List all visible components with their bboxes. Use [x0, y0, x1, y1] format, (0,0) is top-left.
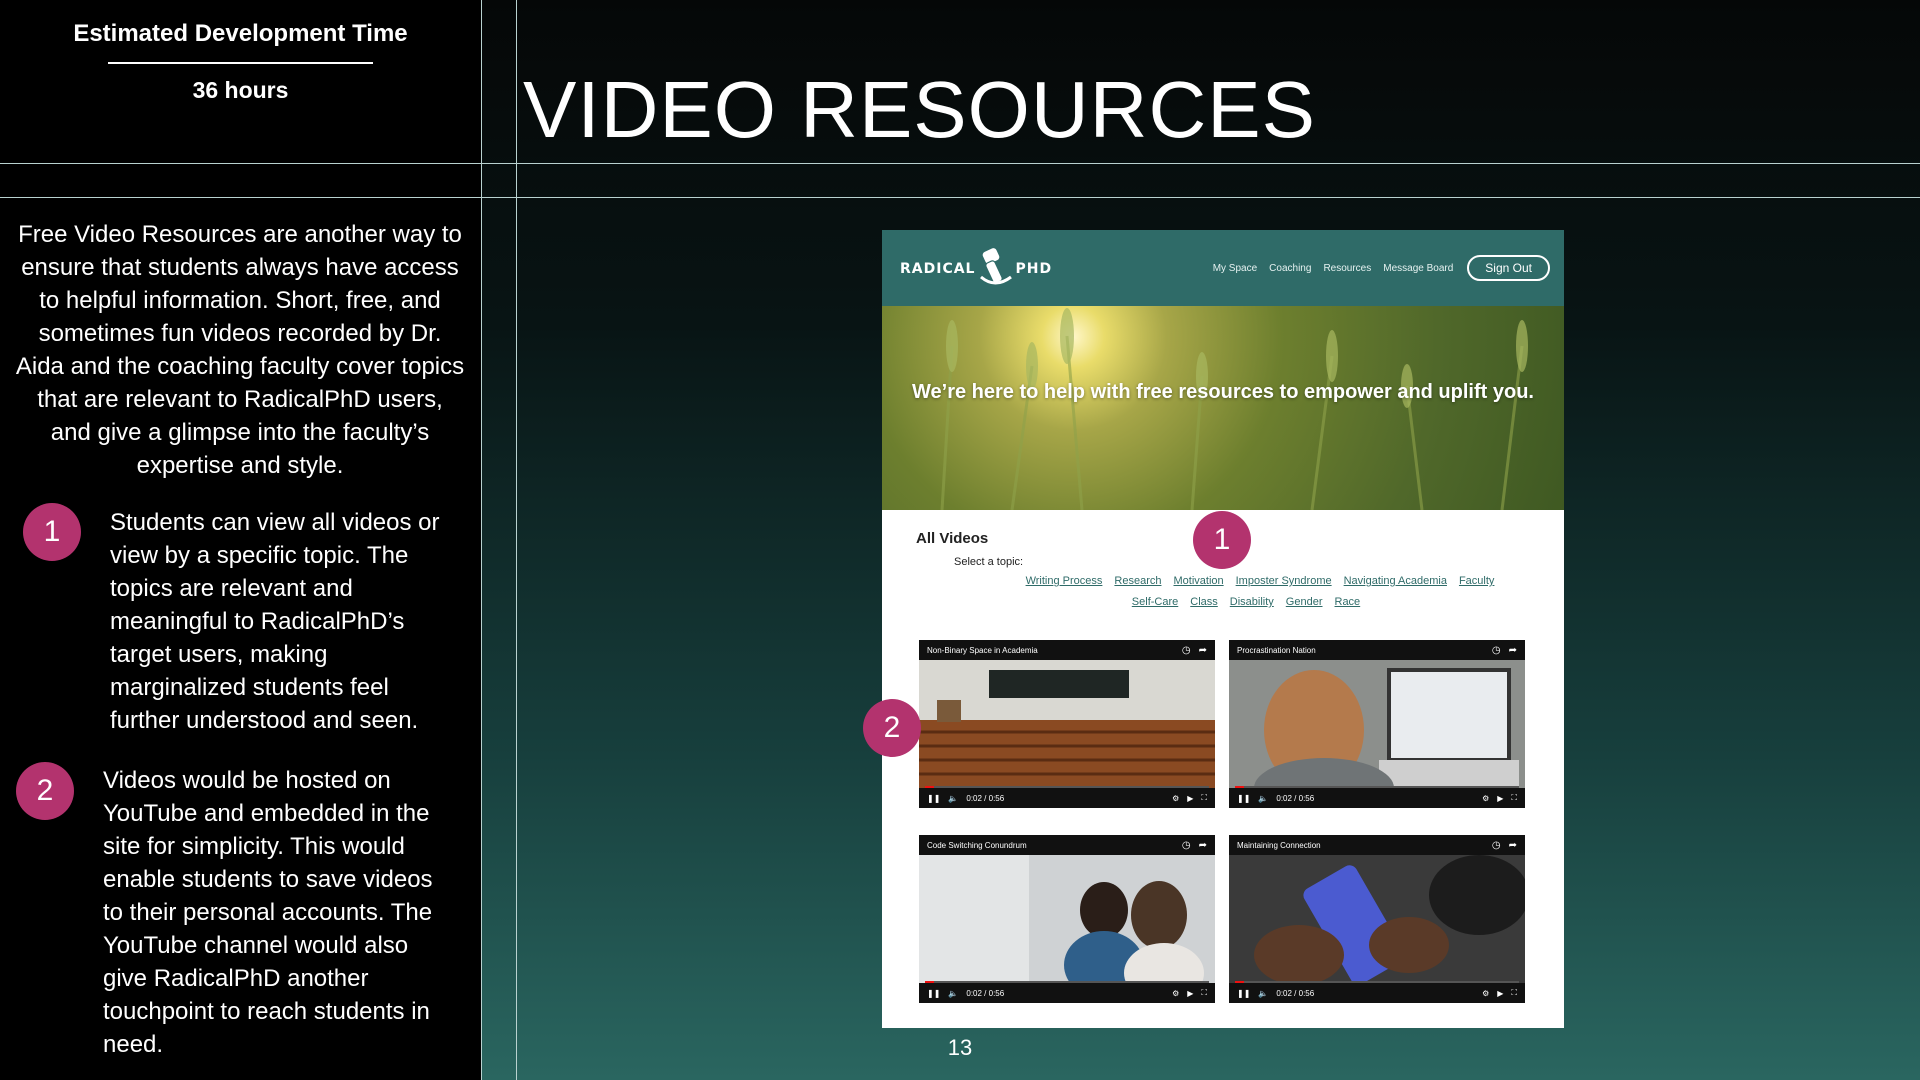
volume-icon[interactable]: 🔈 [948, 989, 958, 998]
select-topic-label: Select a topic: [954, 556, 1024, 568]
clock-icon[interactable]: ◷ [1492, 840, 1501, 851]
point-1-text: Students can view all videos or view by … [110, 509, 440, 734]
fullscreen-icon[interactable]: ⛶ [1201, 793, 1207, 803]
settings-icon[interactable]: ⚙ [1482, 794, 1489, 803]
clock-icon[interactable]: ◷ [1182, 840, 1191, 851]
topic-research[interactable]: Research [1114, 575, 1161, 587]
volume-icon[interactable]: 🔈 [1258, 989, 1268, 998]
page-number: 13 [947, 1035, 973, 1060]
nav-message-board[interactable]: Message Board [1383, 263, 1453, 274]
topic-self-care[interactable]: Self-Care [1132, 596, 1178, 608]
point-2-text: Videos would be hosted on YouTube and em… [103, 767, 433, 1058]
point-2-badge: 2 [16, 762, 74, 820]
settings-icon[interactable]: ⚙ [1482, 989, 1489, 998]
site-logo[interactable]: RADICAL PHD [900, 247, 1052, 291]
video-title: Maintaining Connection [1237, 840, 1321, 850]
settings-icon[interactable]: ⚙ [1172, 989, 1179, 998]
hero-headline: We’re here to help with free resources t… [912, 381, 1534, 403]
volume-icon[interactable]: 🔈 [948, 794, 958, 803]
topic-writing-process[interactable]: Writing Process [1026, 575, 1103, 587]
share-icon[interactable]: ➦ [1199, 840, 1207, 851]
nav-resources[interactable]: Resources [1323, 263, 1371, 274]
fullscreen-icon[interactable]: ⛶ [1511, 793, 1517, 803]
youtube-logo-icon[interactable]: ▶ [1497, 794, 1503, 803]
youtube-logo-icon[interactable]: ▶ [1497, 989, 1503, 998]
slide-title: VIDEO RESOURCES [523, 65, 1316, 154]
divider-horizontal-1 [0, 163, 1920, 164]
topic-disability[interactable]: Disability [1230, 596, 1274, 608]
topic-race[interactable]: Race [1335, 596, 1361, 608]
divider-horizontal-2 [0, 197, 1920, 198]
sign-out-button[interactable]: Sign Out [1467, 255, 1550, 281]
clock-icon[interactable]: ◷ [1492, 645, 1501, 656]
video-player[interactable]: Maintaining Connection ◷ ➦ ❚❚ 🔈 0:02 / 0:… [1229, 835, 1525, 1003]
video-controls: ❚❚ 🔈 0:02 / 0:56 ⚙ ▶ ⛶ [919, 788, 1215, 808]
pause-icon[interactable]: ❚❚ [1237, 989, 1250, 998]
video-time: 0:02 / 0:56 [1276, 793, 1315, 803]
video-topbar: Procrastination Nation ◷ ➦ [1229, 640, 1525, 660]
topic-navigating-academia[interactable]: Navigating Academia [1344, 575, 1447, 587]
clock-icon[interactable]: ◷ [1182, 645, 1191, 656]
video-player[interactable]: Code Switching Conundrum ◷ ➦ ❚❚ 🔈 0:02 / … [919, 835, 1215, 1003]
fullscreen-icon[interactable]: ⛶ [1201, 988, 1207, 998]
video-time: 0:02 / 0:56 [966, 793, 1005, 803]
video-title: Procrastination Nation [1237, 645, 1316, 655]
point-1-badge: 1 [23, 503, 81, 561]
pause-icon[interactable]: ❚❚ [1237, 794, 1250, 803]
settings-icon[interactable]: ⚙ [1172, 794, 1179, 803]
pause-icon[interactable]: ❚❚ [927, 989, 940, 998]
video-title: Code Switching Conundrum [927, 840, 1027, 850]
video-title: Non-Binary Space in Academia [927, 645, 1038, 655]
fullscreen-icon[interactable]: ⛶ [1511, 988, 1517, 998]
share-icon[interactable]: ➦ [1509, 645, 1517, 656]
video-player[interactable]: Procrastination Nation ◷ ➦ ❚❚ 🔈 0:02 / 0:… [1229, 640, 1525, 808]
website-mockup: RADICAL PHD My Space Coaching Resources … [882, 230, 1564, 1028]
estimate-title: Estimated Development Time [73, 20, 408, 47]
topic-motivation[interactable]: Motivation [1173, 575, 1223, 587]
topic-links-row-2: Self-Care Class Disability Gender Race [882, 596, 1564, 608]
volume-icon[interactable]: 🔈 [1258, 794, 1268, 803]
conversation-thumbnail [919, 855, 1215, 983]
lecture-hall-thumbnail [919, 660, 1215, 788]
wheat-field-image [940, 308, 1528, 510]
topic-gender[interactable]: Gender [1286, 596, 1323, 608]
site-header: RADICAL PHD My Space Coaching Resources … [882, 230, 1564, 306]
topic-imposter-syndrome[interactable]: Imposter Syndrome [1236, 575, 1332, 587]
share-icon[interactable]: ➦ [1199, 645, 1207, 656]
video-controls: ❚❚ 🔈 0:02 / 0:56 ⚙ ▶ ⛶ [1229, 983, 1525, 1003]
video-topbar: Non-Binary Space in Academia ◷ ➦ [919, 640, 1215, 660]
logo-text-left: RADICAL [900, 261, 976, 277]
callout-badge-2: 2 [863, 699, 921, 757]
hero-banner: We’re here to help with free resources t… [882, 306, 1564, 510]
phone-in-hands-thumbnail [1229, 855, 1525, 983]
site-nav: My Space Coaching Resources Message Boar… [1201, 255, 1550, 281]
topic-class[interactable]: Class [1190, 596, 1218, 608]
video-time: 0:02 / 0:56 [1276, 988, 1315, 998]
logo-text-right: PHD [1015, 261, 1053, 277]
video-controls: ❚❚ 🔈 0:02 / 0:56 ⚙ ▶ ⛶ [1229, 788, 1525, 808]
divider-vertical-2 [516, 0, 517, 1080]
callout-badge-1: 1 [1193, 511, 1251, 569]
divider-vertical-1 [481, 0, 482, 1080]
computer-user-thumbnail [1229, 660, 1525, 788]
estimate-value: 36 hours [192, 77, 289, 103]
share-icon[interactable]: ➦ [1509, 840, 1517, 851]
intro-text: Free Video Resources are another way to … [15, 221, 465, 479]
topic-faculty[interactable]: Faculty [1459, 575, 1494, 587]
video-topbar: Maintaining Connection ◷ ➦ [1229, 835, 1525, 855]
youtube-logo-icon[interactable]: ▶ [1187, 989, 1193, 998]
raised-fist-icon [980, 247, 1013, 285]
estimate-rule [108, 62, 373, 64]
pause-icon[interactable]: ❚❚ [927, 794, 940, 803]
youtube-logo-icon[interactable]: ▶ [1187, 794, 1193, 803]
video-time: 0:02 / 0:56 [966, 988, 1005, 998]
video-player[interactable]: Non-Binary Space in Academia ◷ ➦ ❚❚ 🔈 0:0… [919, 640, 1215, 808]
nav-coaching[interactable]: Coaching [1269, 263, 1311, 274]
video-topbar: Code Switching Conundrum ◷ ➦ [919, 835, 1215, 855]
all-videos-heading[interactable]: All Videos [916, 530, 988, 547]
video-controls: ❚❚ 🔈 0:02 / 0:56 ⚙ ▶ ⛶ [919, 983, 1215, 1003]
topic-links-row-1: Writing Process Research Motivation Impo… [882, 575, 1564, 587]
nav-my-space[interactable]: My Space [1213, 263, 1257, 274]
